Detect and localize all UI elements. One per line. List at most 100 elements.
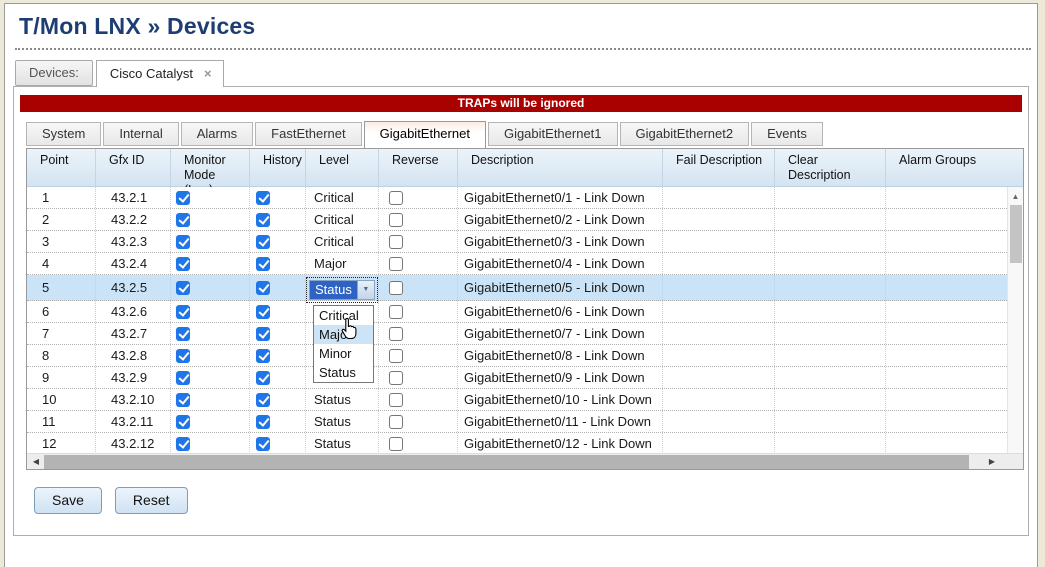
horizontal-scroll-thumb[interactable] [44,455,969,469]
table-row[interactable]: 143.2.1CriticalGigabitEthernet0/1 - Link… [27,187,1007,209]
chevron-down-icon[interactable]: ▼ [357,281,374,299]
table-row[interactable]: 543.2.5GigabitEthernet0/5 - Link Down [27,275,1007,301]
reverse-checkbox[interactable] [389,281,403,295]
device-tab-gigabitethernet1[interactable]: GigabitEthernet1 [488,122,618,146]
cell-fail-description [662,253,774,274]
history-checkbox[interactable] [256,415,270,429]
cell-fail-description [662,187,774,208]
monitor-checkbox[interactable] [176,281,190,295]
cell-gfx-id: 43.2.8 [95,345,170,366]
cell-history [249,389,305,410]
reverse-checkbox[interactable] [389,191,403,205]
horizontal-scrollbar[interactable]: ◀ ▶ [27,453,1023,469]
devices-tab-button[interactable]: Devices: [15,60,93,86]
reverse-checkbox[interactable] [389,257,403,271]
scroll-left-icon[interactable]: ◀ [29,454,43,469]
reverse-checkbox[interactable] [389,305,403,319]
table-row[interactable]: 343.2.3CriticalGigabitEthernet0/3 - Link… [27,231,1007,253]
cell-level[interactable]: Critical [305,231,378,252]
level-option-status[interactable]: Status [314,363,373,382]
reverse-checkbox[interactable] [389,327,403,341]
reverse-checkbox[interactable] [389,415,403,429]
close-icon[interactable]: × [204,68,212,79]
cell-alarm-groups [885,187,1007,208]
monitor-checkbox[interactable] [176,415,190,429]
history-checkbox[interactable] [256,235,270,249]
table-row[interactable]: 1043.2.10StatusGigabitEthernet0/10 - Lin… [27,389,1007,411]
cell-fail-description [662,209,774,230]
cell-level[interactable]: Critical [305,187,378,208]
cell-fail-description [662,389,774,410]
table-body: 143.2.1CriticalGigabitEthernet0/1 - Link… [27,187,1007,469]
reverse-checkbox[interactable] [389,235,403,249]
table-row[interactable]: 643.2.6GigabitEthernet0/6 - Link Down [27,301,1007,323]
table-row[interactable]: 743.2.7GigabitEthernet0/7 - Link Down [27,323,1007,345]
monitor-checkbox[interactable] [176,235,190,249]
cell-alarm-groups [885,231,1007,252]
scroll-right-icon[interactable]: ▶ [985,454,999,469]
device-tab-events[interactable]: Events [751,122,823,146]
column-header: Gfx ID [95,149,170,186]
level-select[interactable]: Status ▼ [307,278,377,302]
cell-monitor [170,187,249,208]
vertical-scroll-thumb[interactable] [1010,205,1022,263]
monitor-checkbox[interactable] [176,327,190,341]
cell-gfx-id: 43.2.11 [95,411,170,432]
tab-cisco-catalyst[interactable]: Cisco Catalyst × [96,60,224,87]
reverse-checkbox[interactable] [389,349,403,363]
cell-history [249,253,305,274]
history-checkbox[interactable] [256,257,270,271]
cell-reverse [378,187,457,208]
monitor-checkbox[interactable] [176,305,190,319]
device-tab-gigabitethernet[interactable]: GigabitEthernet [364,121,486,148]
cell-level[interactable]: Major [305,253,378,274]
cell-gfx-id: 43.2.7 [95,323,170,344]
history-checkbox[interactable] [256,349,270,363]
history-checkbox[interactable] [256,213,270,227]
vertical-scrollbar[interactable]: ▲ ▼ [1007,187,1023,469]
history-checkbox[interactable] [256,281,270,295]
cell-point: 2 [27,209,95,230]
history-checkbox[interactable] [256,327,270,341]
cell-reverse [378,411,457,432]
monitor-checkbox[interactable] [176,371,190,385]
reset-button[interactable]: Reset [115,487,188,514]
device-tab-fastethernet[interactable]: FastEthernet [255,122,361,146]
cell-level[interactable]: Status [305,411,378,432]
scroll-up-icon[interactable]: ▲ [1008,189,1023,203]
device-tab-alarms[interactable]: Alarms [181,122,253,146]
monitor-checkbox[interactable] [176,257,190,271]
cell-reverse [378,275,457,300]
table-row[interactable]: 843.2.8GigabitEthernet0/8 - Link Down [27,345,1007,367]
monitor-checkbox[interactable] [176,437,190,451]
monitor-checkbox[interactable] [176,191,190,205]
table-row[interactable]: 943.2.9StatusGigabitEthernet0/9 - Link D… [27,367,1007,389]
history-checkbox[interactable] [256,437,270,451]
cell-fail-description [662,275,774,300]
device-tab-gigabitethernet2[interactable]: GigabitEthernet2 [620,122,750,146]
device-tab-internal[interactable]: Internal [103,122,178,146]
cell-fail-description [662,367,774,388]
cell-description: GigabitEthernet0/9 - Link Down [457,367,662,388]
cell-level[interactable]: Status [305,433,378,454]
history-checkbox[interactable] [256,305,270,319]
history-checkbox[interactable] [256,371,270,385]
cell-level[interactable]: Critical [305,209,378,230]
reverse-checkbox[interactable] [389,393,403,407]
table-row[interactable]: 1243.2.12StatusGigabitEthernet0/12 - Lin… [27,433,1007,455]
cell-level[interactable]: Status [305,389,378,410]
history-checkbox[interactable] [256,191,270,205]
reverse-checkbox[interactable] [389,437,403,451]
monitor-checkbox[interactable] [176,393,190,407]
table-row[interactable]: 443.2.4MajorGigabitEthernet0/4 - Link Do… [27,253,1007,275]
history-checkbox[interactable] [256,393,270,407]
table-row[interactable]: 243.2.2CriticalGigabitEthernet0/2 - Link… [27,209,1007,231]
level-option-minor[interactable]: Minor [314,344,373,363]
device-tab-system[interactable]: System [26,122,101,146]
save-button[interactable]: Save [34,487,102,514]
reverse-checkbox[interactable] [389,213,403,227]
monitor-checkbox[interactable] [176,349,190,363]
table-row[interactable]: 1143.2.11StatusGigabitEthernet0/11 - Lin… [27,411,1007,433]
reverse-checkbox[interactable] [389,371,403,385]
monitor-checkbox[interactable] [176,213,190,227]
